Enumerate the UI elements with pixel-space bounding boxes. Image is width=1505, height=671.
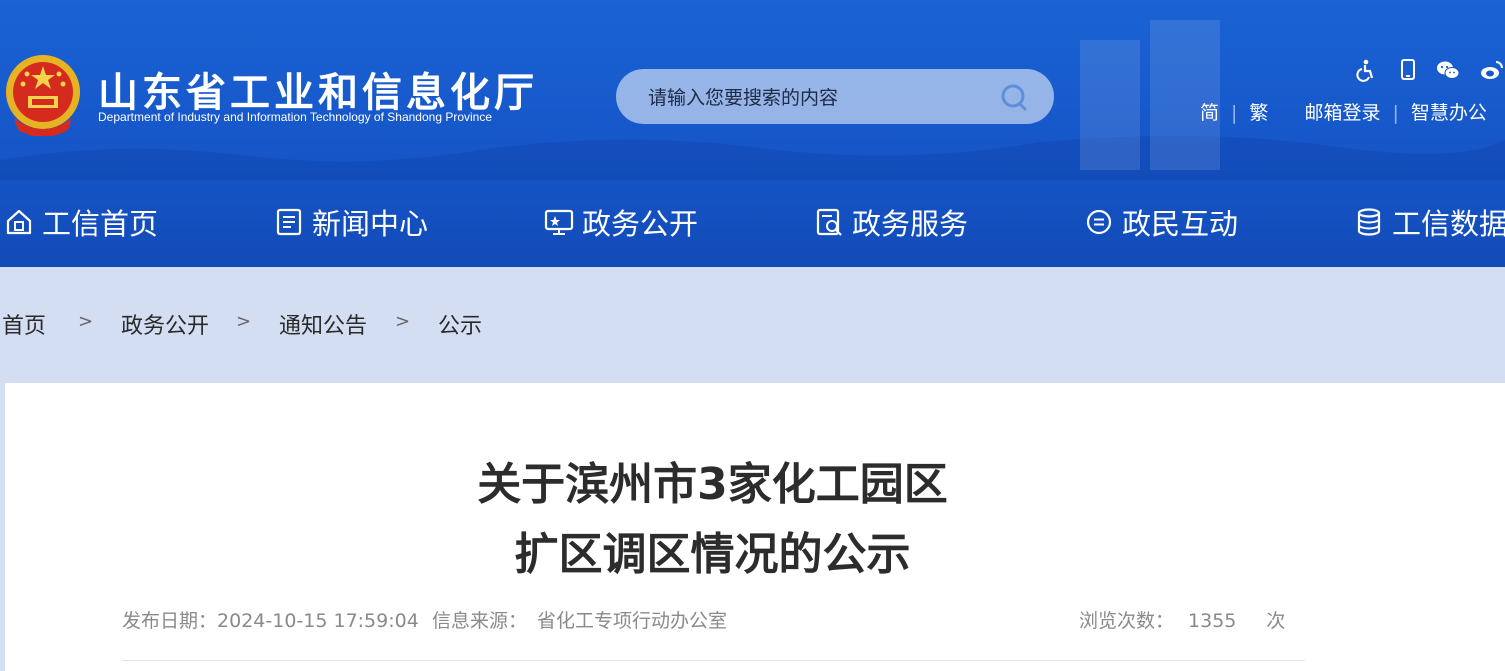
nav-item-home[interactable]: 工信首页 (4, 196, 158, 248)
link-separator: | (1231, 102, 1238, 124)
site-title-english: Department of Industry and Information T… (98, 110, 493, 124)
news-icon (276, 208, 302, 236)
nav-item-label: 政务公开 (582, 207, 699, 241)
weibo-icon[interactable] (1480, 58, 1504, 82)
traditional-chinese-link[interactable]: 繁 (1249, 98, 1268, 125)
wechat-icon[interactable] (1436, 58, 1460, 82)
info-source-label: 信息来源： (432, 610, 528, 632)
breadcrumb-separator: > (78, 311, 94, 332)
service-icon (816, 208, 842, 236)
breadcrumb-current[interactable]: 公示 (438, 308, 482, 340)
nav-item-interaction[interactable]: 政民互动 (1084, 196, 1238, 248)
view-count-unit: 次 (1266, 610, 1286, 632)
article-title: 关于滨州市3家化工园区 扩区调区情况的公示 (0, 450, 1425, 590)
view-count-value: 1355 (1188, 610, 1237, 632)
publish-date-value: 2024-10-15 17:59:04 (217, 610, 419, 632)
monitor-icon (544, 209, 574, 235)
database-icon (1357, 208, 1381, 236)
mobile-icon[interactable] (1396, 58, 1420, 82)
mail-login-link[interactable]: 邮箱登录 (1304, 98, 1380, 125)
search-box (616, 69, 1054, 126)
link-separator: | (1392, 102, 1399, 124)
skyline-decoration (0, 135, 1505, 180)
publish-date: 发布日期：2024-10-15 17:59:04 (122, 606, 419, 633)
national-emblem-icon (6, 55, 80, 136)
home-icon (6, 209, 32, 235)
search-icon[interactable] (996, 79, 1032, 115)
accessibility-icon[interactable] (1354, 58, 1378, 82)
top-links: 简 | 繁 邮箱登录 | 智慧办公 (1200, 98, 1487, 125)
nav-item-gov-services[interactable]: 政务服务 (814, 196, 968, 248)
calligraphy-decoration (1080, 20, 1220, 170)
breadcrumb-gov-affairs-public[interactable]: 政务公开 (121, 308, 209, 340)
breadcrumb-home[interactable]: 首页 (2, 308, 46, 340)
nav-item-label: 工信首页 (42, 207, 159, 241)
divider (122, 660, 1305, 661)
info-source: 信息来源： 省化工专项行动办公室 (432, 606, 727, 633)
chat-icon (1086, 209, 1112, 235)
main-nav: 工信首页 新闻中心 政务公开 政务服务 政民互动 工信数据 (0, 196, 1505, 248)
breadcrumb-separator: > (236, 311, 252, 332)
nav-item-label: 工信数据 (1392, 207, 1505, 241)
view-count-label: 浏览次数： (1079, 610, 1175, 632)
nav-item-gov-affairs-public[interactable]: 政务公开 (544, 196, 698, 248)
nav-item-label: 政民互动 (1122, 207, 1239, 241)
view-count: 浏览次数： 1355 次 (1079, 606, 1285, 633)
breadcrumb-notices[interactable]: 通知公告 (279, 308, 367, 340)
nav-item-news[interactable]: 新闻中心 (274, 196, 428, 248)
site-header: 山东省工业和信息化厅 Department of Industry and In… (0, 0, 1505, 267)
article-title-line: 扩区调区情况的公示 (514, 529, 911, 580)
nav-item-data[interactable]: 工信数据 (1354, 196, 1505, 248)
nav-item-label: 政务服务 (852, 207, 969, 241)
breadcrumb-separator: > (395, 311, 411, 332)
smart-office-link[interactable]: 智慧办公 (1411, 98, 1487, 125)
publish-date-label: 发布日期： (122, 610, 218, 632)
simplified-chinese-link[interactable]: 简 (1200, 98, 1219, 125)
nav-item-label: 新闻中心 (312, 207, 429, 241)
search-input[interactable] (646, 69, 990, 126)
info-source-value: 省化工专项行动办公室 (537, 610, 728, 632)
article-title-line: 关于滨州市3家化工园区 (477, 459, 948, 510)
